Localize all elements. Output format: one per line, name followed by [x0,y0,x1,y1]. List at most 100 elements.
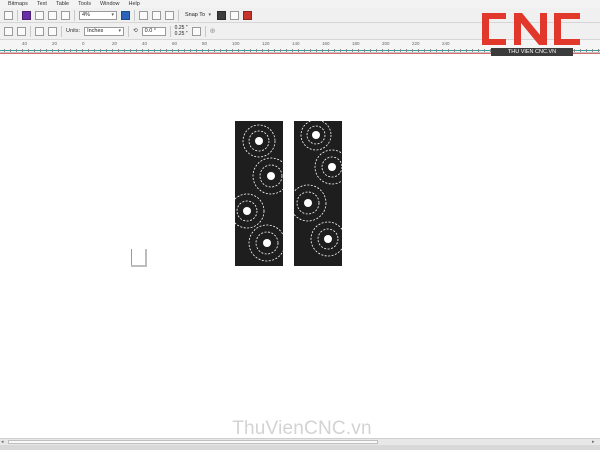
edit-mode-icon[interactable] [191,26,201,36]
ruler-tick [454,49,455,52]
logo-subtitle: THU VIEN CNC.VN [491,48,573,56]
ruler-tick [130,49,131,52]
separator [30,25,31,37]
ruler-tick [238,49,239,52]
ruler-tick [220,49,221,52]
undo-icon[interactable] [4,10,13,20]
cnc-panel-right[interactable] [294,121,342,266]
separator [134,9,135,21]
ruler-tick [226,49,227,52]
ruler-tick [292,49,293,52]
options-icon[interactable] [230,10,239,20]
ruler-number: 240 [442,41,450,46]
ruler-tick [364,49,365,52]
ruler-tick [28,49,29,52]
horizontal-scrollbar[interactable]: ◂ ▸ [0,438,600,445]
current-page-icon[interactable] [48,26,57,36]
ruler-tick [196,49,197,52]
ruler-tick [346,49,347,52]
scrollbar-thumb[interactable] [8,440,378,444]
nudge-angle-value: 0.0 ° [144,27,157,34]
ruler-tick [466,49,467,52]
ruler-number: 220 [412,41,420,46]
menu-table[interactable]: Table [56,1,69,7]
ruler-tick [412,49,413,52]
ruler-tick [340,49,341,52]
ruler-tick [136,49,137,52]
ruler-tick [280,49,281,52]
ruler-tick [418,49,419,52]
launch-icon[interactable] [243,10,252,20]
import-icon[interactable] [22,10,31,20]
ruler-tick [424,49,425,52]
ruler-tick [304,49,305,52]
ruler-number: 40 [142,41,148,46]
ruler-tick [184,49,185,52]
ruler-tick [70,49,71,52]
ruler-tick [190,49,191,52]
add-page-icon[interactable]: ⊕ [210,27,216,35]
menu-text[interactable]: Text [37,1,47,7]
ruler-tick [34,49,35,52]
ruler-number: 20 [52,41,58,46]
menu-help[interactable]: Help [129,1,140,7]
show-rulers-icon[interactable] [139,10,148,20]
ruler-number: 200 [382,41,390,46]
show-guidelines-icon[interactable] [165,10,174,20]
ruler-tick [40,49,41,52]
ruler-tick [118,49,119,52]
full-screen-preview-icon[interactable] [121,10,130,20]
units-label: Units: [66,28,81,34]
ruler-tick [286,49,287,52]
ruler-tick [472,49,473,52]
all-pages-icon[interactable] [35,26,44,36]
ruler-tick [448,49,449,52]
ruler-number: 0 [82,41,85,46]
ruler-tick [334,49,335,52]
menu-window[interactable]: Window [100,1,120,7]
drawing-canvas[interactable]: ThuVienCNC.vn [0,54,600,439]
ruler-tick [256,49,257,52]
welcome-screen-icon[interactable] [217,10,226,20]
ruler-tick [154,49,155,52]
menu-bitmaps[interactable]: Bitmaps [8,1,28,7]
export-icon[interactable] [35,10,44,20]
menu-tools[interactable]: Tools [78,1,91,7]
zoom-level-value: 4% [82,11,90,18]
ruler-tick [94,49,95,52]
landscape-icon[interactable] [17,26,26,36]
ruler-tick [460,49,461,52]
ruler-number: 120 [262,41,270,46]
cnc-panel-left[interactable] [235,121,283,266]
units-select[interactable]: Inches ▾ [84,26,125,36]
ruler-tick [592,49,593,52]
app-launcher-icon[interactable] [61,10,70,20]
portrait-icon[interactable] [4,26,13,36]
show-grid-icon[interactable] [152,10,161,20]
units-value: Inches [87,27,104,34]
ruler-tick [124,49,125,52]
ruler-tick [310,49,311,52]
chevron-down-icon: ▾ [111,11,114,18]
ruler-tick [250,49,251,52]
ruler-tick [232,49,233,52]
ruler-tick [298,49,299,52]
snap-to-dropdown[interactable]: Snap To ▾ [183,11,213,20]
ruler-tick [88,49,89,52]
ruler-tick [4,49,5,52]
ruler-number: 140 [292,41,300,46]
ruler-number: 80 [202,41,208,46]
ruler-tick [178,49,179,52]
duplicate-y[interactable]: 0.25 " [175,31,188,37]
ruler-number: 40 [22,41,28,46]
separator [74,9,75,21]
status-bar [0,445,600,450]
nudge-angle-input[interactable]: 0.0 ° [141,26,166,36]
publish-icon[interactable] [48,10,57,20]
zoom-level-select[interactable]: 4% ▾ [79,10,117,20]
ruler-tick [166,49,167,52]
ruler-tick [382,49,383,52]
ruler-tick [100,49,101,52]
chevron-down-icon: ▾ [118,27,122,34]
ruler-tick [112,49,113,52]
